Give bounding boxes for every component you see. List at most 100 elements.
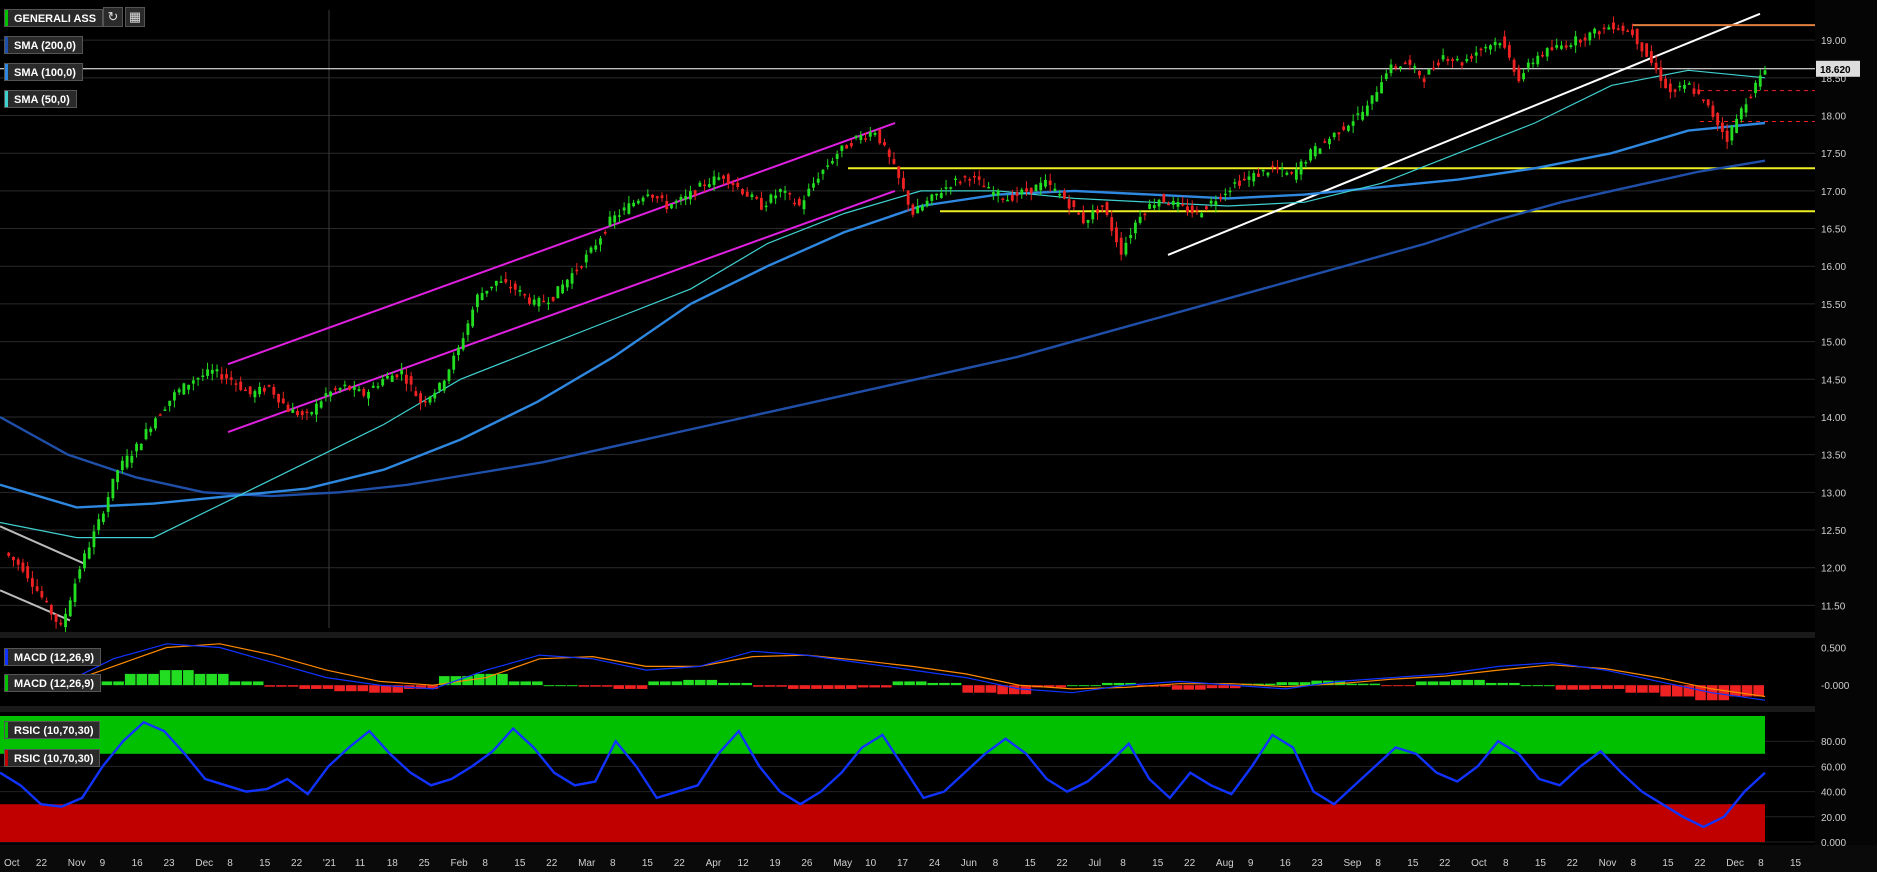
candle-body [859,135,863,141]
rsi-tick-label: 60.00 [1821,762,1846,773]
macd-bar [555,685,566,687]
candle-body [229,377,233,380]
macd-bar [124,673,136,686]
macd-bar [217,673,229,686]
candle-body [1474,52,1478,56]
macd-bar [1439,681,1450,686]
candle-body [1706,99,1710,106]
candle-body [1176,201,1180,207]
candle-body [367,391,370,399]
rsi-label-2[interactable]: RSIC (10,70,30) [4,749,101,767]
candle-body [1739,108,1743,120]
chart-settings-button[interactable]: ▦ [125,7,145,27]
indicator-sma-100[interactable]: SMA (100,0) [4,63,83,81]
macd-bar [322,685,334,689]
macd-bar [950,682,962,686]
candle-body [149,428,153,433]
candle-body [1517,67,1521,82]
candle-body [395,374,399,378]
indicator-sma-50[interactable]: SMA (50,0) [4,90,77,108]
candle-body [1403,62,1407,65]
candle-body [679,196,683,201]
candle-body [35,586,39,591]
candle-body [1081,212,1085,224]
candle-body [949,187,953,189]
macd-bar [287,685,299,687]
sma-100-label: SMA (100,0) [14,67,76,79]
rsi-label[interactable]: RSIC (10,70,30) [4,721,101,739]
candle-body [390,375,394,382]
macd-bar [601,685,613,687]
macd-label-2[interactable]: MACD (12,26,9) [4,674,102,692]
x-tick-label: Oct [4,858,20,869]
candle-body [584,254,588,263]
candle-body [920,205,924,211]
candle-body [386,375,389,379]
candle-body [764,205,768,208]
macd-bar [1381,685,1392,687]
candle-body [352,386,356,390]
candle-body [1522,73,1525,80]
indicator-sma-200[interactable]: SMA (200,0) [4,36,83,54]
candle-body [1332,132,1336,138]
candle-body [556,286,560,299]
x-tick-label: '21 [323,858,336,869]
candle-body [1735,118,1739,133]
macd-bar [846,685,857,689]
x-tick-label: 16 [132,858,144,869]
candle-body [64,613,67,628]
y-tick-label: 17.50 [1821,149,1846,160]
macd-bar [1369,683,1381,686]
candle-body [892,159,896,164]
candle-body [1749,96,1753,99]
candle-body [1257,173,1260,177]
candle-body [494,280,498,286]
macd-bar [869,685,880,688]
macd-bar [648,681,659,686]
candle-body [1129,235,1133,239]
candle-body [248,386,252,395]
candle-body [111,478,115,499]
sma-200-swatch [5,37,8,53]
candle-body [1631,29,1634,36]
candle-body [660,195,664,199]
candle-body [1233,182,1237,184]
macd-bar [1730,685,1741,697]
candle-body [97,519,101,530]
candle-body [291,409,295,413]
candle-body [244,389,247,392]
refresh-icon: ↻ [107,9,119,24]
candle-body [788,193,792,195]
macd-bar [1276,682,1288,686]
candle-body [670,204,673,209]
macd-bar [799,685,811,689]
candle-body [1100,205,1104,207]
candle-body [286,404,290,412]
candle-body [1299,161,1303,175]
candle-body [1763,70,1767,75]
candle-body [1365,105,1369,116]
candle-body [1583,37,1587,41]
candle-body [1025,188,1028,192]
macd-bar [1671,685,1683,697]
candle-body [163,409,167,411]
candle-body [1020,189,1024,195]
symbol-tag[interactable]: GENERALI ASS [4,9,104,27]
candle-body [490,286,494,289]
candle-body [49,604,53,615]
macd-label[interactable]: MACD (12,26,9) [4,648,102,666]
candle-body [1157,199,1161,207]
chart-canvas[interactable]: 11.50 12.00 12.50 13.00 13.50 14.00 14.50 15.00… [0,0,1877,872]
macd-bar [276,685,287,687]
candle-body [509,286,512,289]
candle-body [277,394,280,403]
refresh-button[interactable]: ↻ [103,7,123,27]
candle-body [78,569,82,579]
candle-body [471,309,475,327]
candle-body [1683,84,1686,89]
candle-body [561,284,565,294]
candle-body [712,176,716,185]
candle-body [400,370,404,375]
candle-body [83,553,86,569]
candle-body [1275,166,1279,170]
